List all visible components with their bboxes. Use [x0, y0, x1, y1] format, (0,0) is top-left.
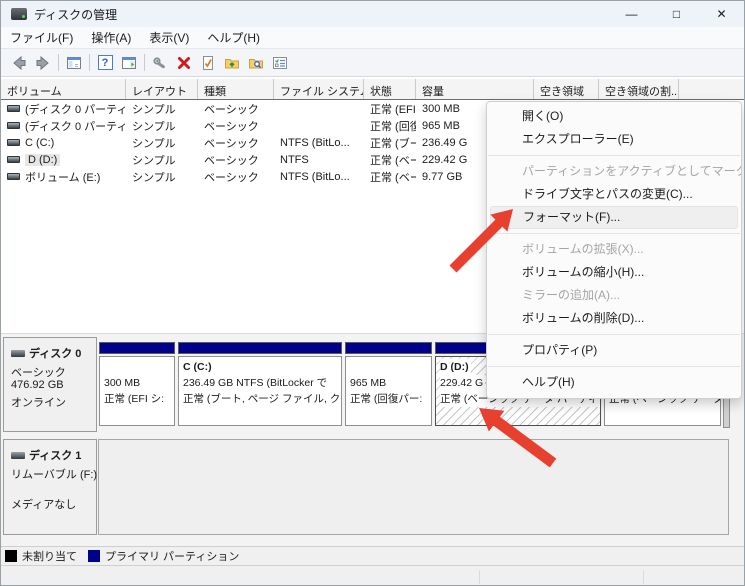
export-list-button[interactable] [196, 52, 220, 74]
properties-tool-button[interactable] [148, 52, 172, 74]
statusbar-divider [479, 570, 480, 584]
disk-icon [11, 452, 25, 459]
column-header-capacity[interactable]: 容量 [416, 79, 534, 99]
menu-item-help[interactable]: ヘルプ(H) [487, 371, 741, 394]
folder-search-button[interactable] [244, 52, 268, 74]
disk1-row: ディスク 1 リムーバブル (F:) メディアなし [3, 439, 744, 535]
task-list-button[interactable] [268, 52, 292, 74]
delete-x-icon [176, 55, 192, 71]
help-button[interactable]: ? [93, 52, 117, 74]
back-button[interactable] [7, 52, 31, 74]
menu-item-extend-volume: ボリュームの拡張(X)... [487, 238, 741, 261]
volume-icon [7, 105, 20, 112]
column-header-free[interactable]: 空き領域 [534, 79, 599, 99]
partition-color-bar [178, 342, 342, 354]
legend-primary-swatch [88, 550, 100, 562]
minimize-button[interactable]: — [609, 1, 654, 27]
legend-primary-label: プライマリ パーティション [105, 548, 239, 564]
toolbar-separator [89, 54, 90, 71]
disk0-header[interactable]: ディスク 0 ベーシック 476.92 GB オンライン [3, 337, 97, 432]
column-header-filesystem[interactable]: ファイル システム [274, 79, 364, 99]
menu-item-properties[interactable]: プロパティ(P) [487, 339, 741, 362]
menu-view[interactable]: 表示(V) [140, 27, 198, 48]
doc-check-icon [200, 55, 216, 71]
maximize-button[interactable]: □ [654, 1, 699, 27]
column-header-free-pct[interactable]: 空き領域の割... [599, 79, 679, 99]
legend-unallocated-label: 未割り当て [22, 548, 77, 564]
folder-search-icon [248, 55, 264, 71]
menu-item-explorer[interactable]: エクスプローラー(E) [487, 128, 741, 151]
volume-icon [7, 122, 20, 129]
disk-icon [11, 350, 25, 357]
statusbar-divider [643, 570, 644, 584]
menu-file[interactable]: ファイル(F) [1, 27, 82, 48]
menubar: ファイル(F) 操作(A) 表示(V) ヘルプ(H) [1, 27, 744, 49]
folder-up-button[interactable] [220, 52, 244, 74]
legend-unallocated-swatch [5, 550, 17, 562]
action-pane-button[interactable] [117, 52, 141, 74]
console-tree-icon [66, 55, 82, 71]
menu-item-add-mirror: ミラーの追加(A)... [487, 284, 741, 307]
menu-item-change-drive-letter[interactable]: ドライブ文字とパスの変更(C)... [487, 183, 741, 206]
app-icon [11, 8, 27, 20]
toolbar-separator [144, 54, 145, 71]
volume-icon [7, 139, 20, 146]
partition-efi[interactable]: 300 MB 正常 (EFI シ: [99, 342, 175, 428]
task-list-icon [272, 55, 288, 71]
menu-help[interactable]: ヘルプ(H) [198, 27, 269, 48]
volume-list-header: ボリューム レイアウト 種類 ファイル システム 状態 容量 空き領域 空き領域… [1, 79, 745, 100]
close-button[interactable]: ✕ [699, 1, 744, 27]
back-arrow-icon [11, 55, 27, 71]
menu-separator [488, 233, 740, 234]
menu-item-shrink-volume[interactable]: ボリュームの縮小(H)... [487, 261, 741, 284]
forward-button[interactable] [31, 52, 55, 74]
menu-separator [488, 334, 740, 335]
menu-separator [488, 366, 740, 367]
column-header-volume[interactable]: ボリューム [1, 79, 126, 99]
properties-tool-icon [152, 55, 168, 71]
folder-up-icon [224, 55, 240, 71]
volume-icon [7, 173, 20, 180]
partition-color-bar [345, 342, 432, 354]
menu-action[interactable]: 操作(A) [82, 27, 140, 48]
partition-recovery[interactable]: 965 MB 正常 (回復パー: [345, 342, 432, 428]
window-title: ディスクの管理 [34, 6, 117, 23]
help-icon: ? [98, 55, 113, 70]
column-header-status[interactable]: 状態 [364, 79, 416, 99]
legend-bar: 未割り当て プライマリ パーティション [1, 546, 744, 565]
menu-item-open[interactable]: 開く(O) [487, 105, 741, 128]
partition-c[interactable]: C (C:) 236.49 GB NTFS (BitLocker で 正常 (ブ… [178, 342, 342, 428]
action-pane-icon [121, 55, 137, 71]
menu-item-delete-volume[interactable]: ボリュームの削除(D)... [487, 307, 741, 330]
toolbar-separator [58, 54, 59, 71]
delete-volume-button[interactable] [172, 52, 196, 74]
column-header-layout[interactable]: レイアウト [126, 79, 198, 99]
column-header-filler [679, 79, 745, 99]
disk1-no-media-region[interactable] [98, 439, 729, 535]
disk-management-window: ディスクの管理 — □ ✕ ファイル(F) 操作(A) 表示(V) ヘルプ(H)… [0, 0, 745, 586]
disk1-header[interactable]: ディスク 1 リムーバブル (F:) メディアなし [3, 439, 97, 535]
column-header-type[interactable]: 種類 [198, 79, 274, 99]
titlebar: ディスクの管理 — □ ✕ [1, 1, 744, 27]
status-bar [1, 565, 744, 586]
forward-arrow-icon [35, 55, 51, 71]
toolbar: ? [1, 49, 744, 77]
partition-color-bar [99, 342, 175, 354]
volume-icon [7, 156, 20, 163]
console-tree-button[interactable] [62, 52, 86, 74]
menu-item-format[interactable]: フォーマット(F)... [490, 206, 738, 229]
volume-context-menu: 開く(O) エクスプローラー(E) パーティションをアクティブとしてマーク(M)… [486, 101, 742, 399]
menu-item-mark-active: パーティションをアクティブとしてマーク(M) [487, 160, 741, 183]
menu-separator [488, 155, 740, 156]
